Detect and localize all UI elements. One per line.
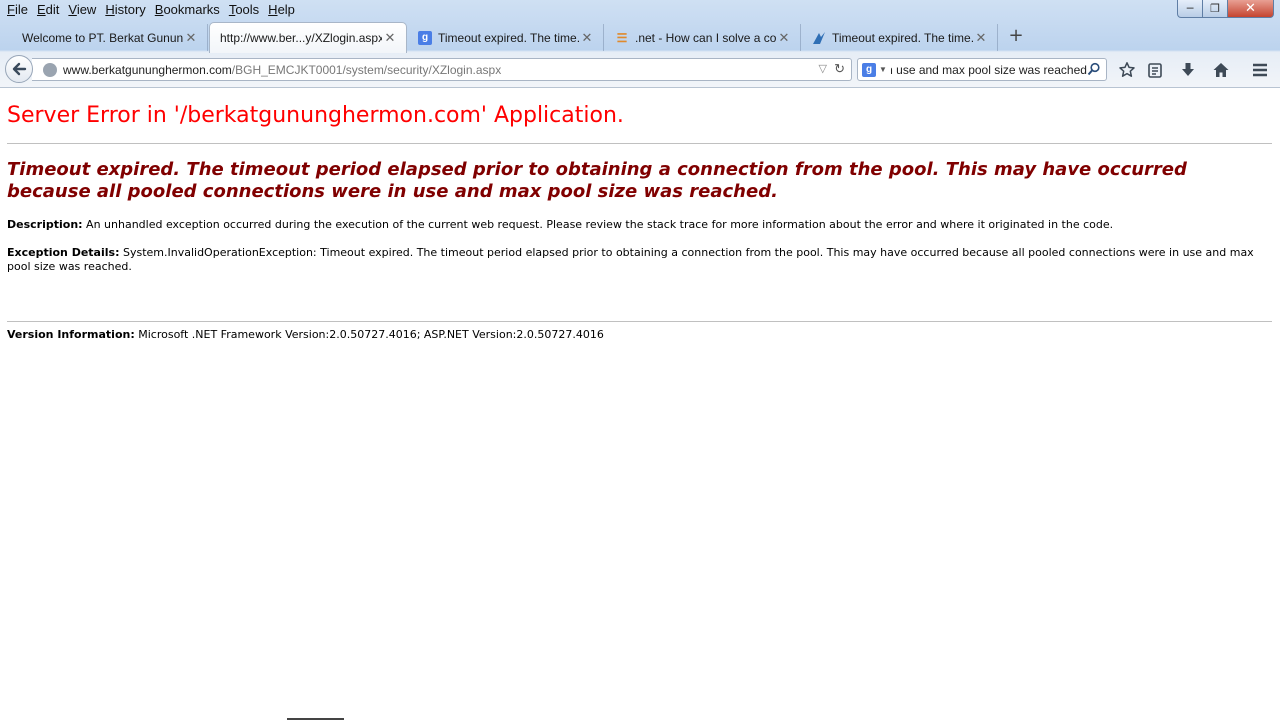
tab-close-icon[interactable]: ✕: [382, 30, 398, 46]
tab-close-icon[interactable]: ✕: [776, 30, 792, 46]
exception-details: Exception Details: System.InvalidOperati…: [7, 246, 1269, 274]
reload-icon[interactable]: ↻: [834, 61, 845, 77]
divider: [7, 321, 1272, 322]
bookmark-star-button[interactable]: [1116, 59, 1138, 81]
tab-label: Timeout expired. The time...: [832, 30, 973, 45]
plus-icon: +: [1008, 25, 1024, 46]
stackoverflow-icon: ☰: [616, 30, 628, 45]
version-information: Version Information: Microsoft .NET Fram…: [7, 328, 1269, 342]
new-tab-button[interactable]: +: [1006, 26, 1026, 46]
home-icon: [1213, 63, 1229, 77]
tab-xzlogin[interactable]: http://www.ber...y/XZlogin.aspx ✕: [209, 22, 407, 53]
search-bar[interactable]: g ▼ re in use and max pool size was reac…: [857, 58, 1107, 81]
tab-timeout-google[interactable]: g Timeout expired. The time... ✕: [408, 24, 604, 51]
exception-label: Exception Details:: [7, 246, 120, 259]
hamburger-menu-icon: [1253, 63, 1267, 77]
search-icon[interactable]: [1087, 62, 1101, 79]
tab-close-icon[interactable]: ✕: [973, 30, 989, 46]
menu-bar: File Edit View History Bookmarks Tools H…: [0, 0, 301, 20]
page-content: Server Error in '/berkatgununghermon.com…: [0, 89, 1280, 720]
restore-button[interactable]: ❐: [1203, 0, 1228, 18]
tab-label: http://www.ber...y/XZlogin.aspx: [220, 31, 382, 45]
navigation-bar: www.berkatgununghermon.com/BGH_EMCJKT000…: [0, 53, 1280, 87]
search-input[interactable]: re in use and max pool size was reached.: [891, 63, 1087, 77]
minimize-icon: ─: [1186, 2, 1194, 15]
home-button[interactable]: [1210, 59, 1232, 81]
close-window-button[interactable]: ✕: [1228, 0, 1274, 18]
window-controls: ─ ❐ ✕: [1177, 0, 1274, 18]
back-button[interactable]: [5, 55, 33, 83]
tab-strip: Welcome to PT. Berkat Gunun... ✕ http://…: [0, 22, 1280, 53]
tab-welcome[interactable]: Welcome to PT. Berkat Gunun... ✕: [12, 24, 208, 51]
clipboard-icon: [1148, 63, 1162, 78]
back-arrow-icon: [12, 62, 27, 76]
address-bar[interactable]: www.berkatgununghermon.com/BGH_EMCJKT000…: [32, 58, 852, 81]
menu-file[interactable]: File: [4, 1, 34, 19]
error-description: Description: An unhandled exception occu…: [7, 218, 1269, 232]
error-message: Timeout expired. The timeout period elap…: [7, 159, 1187, 202]
menu-view[interactable]: View: [65, 1, 102, 19]
bookmarks-menu-button[interactable]: [1144, 59, 1166, 81]
description-label: Description:: [7, 218, 83, 231]
menu-history[interactable]: History: [102, 1, 151, 19]
tab-label: Timeout expired. The time...: [438, 30, 579, 45]
close-icon: ✕: [1245, 1, 1256, 16]
page-title: Server Error in '/berkatgununghermon.com…: [7, 103, 624, 128]
url-history-dropdown-icon[interactable]: ▽: [819, 62, 827, 75]
restore-icon: ❐: [1210, 2, 1220, 15]
version-label: Version Information:: [7, 328, 135, 341]
tab-close-icon[interactable]: ✕: [579, 30, 595, 46]
google-icon: g: [418, 30, 432, 45]
exception-text: System.InvalidOperationException: Timeou…: [7, 246, 1254, 273]
tab-close-icon[interactable]: ✕: [183, 30, 199, 46]
tab-label: .net - How can I solve a co...: [635, 30, 776, 45]
chevron-down-icon[interactable]: ▼: [879, 65, 887, 74]
menu-edit[interactable]: Edit: [34, 1, 65, 19]
download-arrow-icon: [1182, 63, 1194, 76]
tab-label: Welcome to PT. Berkat Gunun...: [22, 30, 183, 45]
menu-help[interactable]: Help: [265, 1, 301, 19]
description-text: An unhandled exception occurred during t…: [82, 218, 1114, 231]
browser-chrome: File Edit View History Bookmarks Tools H…: [0, 0, 1280, 88]
minimize-button[interactable]: ─: [1177, 0, 1203, 18]
site-icon: [812, 31, 826, 45]
tab-timeout-site[interactable]: Timeout expired. The time... ✕: [802, 24, 998, 51]
tab-stackoverflow[interactable]: ☰ .net - How can I solve a co... ✕: [605, 24, 801, 51]
version-text: Microsoft .NET Framework Version:2.0.507…: [134, 328, 604, 341]
globe-icon: [43, 62, 57, 77]
url-text[interactable]: www.berkatgununghermon.com/BGH_EMCJKT000…: [63, 63, 501, 77]
star-icon: [1119, 62, 1135, 77]
open-menu-button[interactable]: [1249, 59, 1271, 81]
menu-tools[interactable]: Tools: [226, 1, 265, 19]
downloads-button[interactable]: [1177, 59, 1199, 81]
google-icon[interactable]: g: [862, 62, 876, 77]
menu-bookmarks[interactable]: Bookmarks: [152, 1, 226, 19]
divider: [7, 143, 1272, 144]
